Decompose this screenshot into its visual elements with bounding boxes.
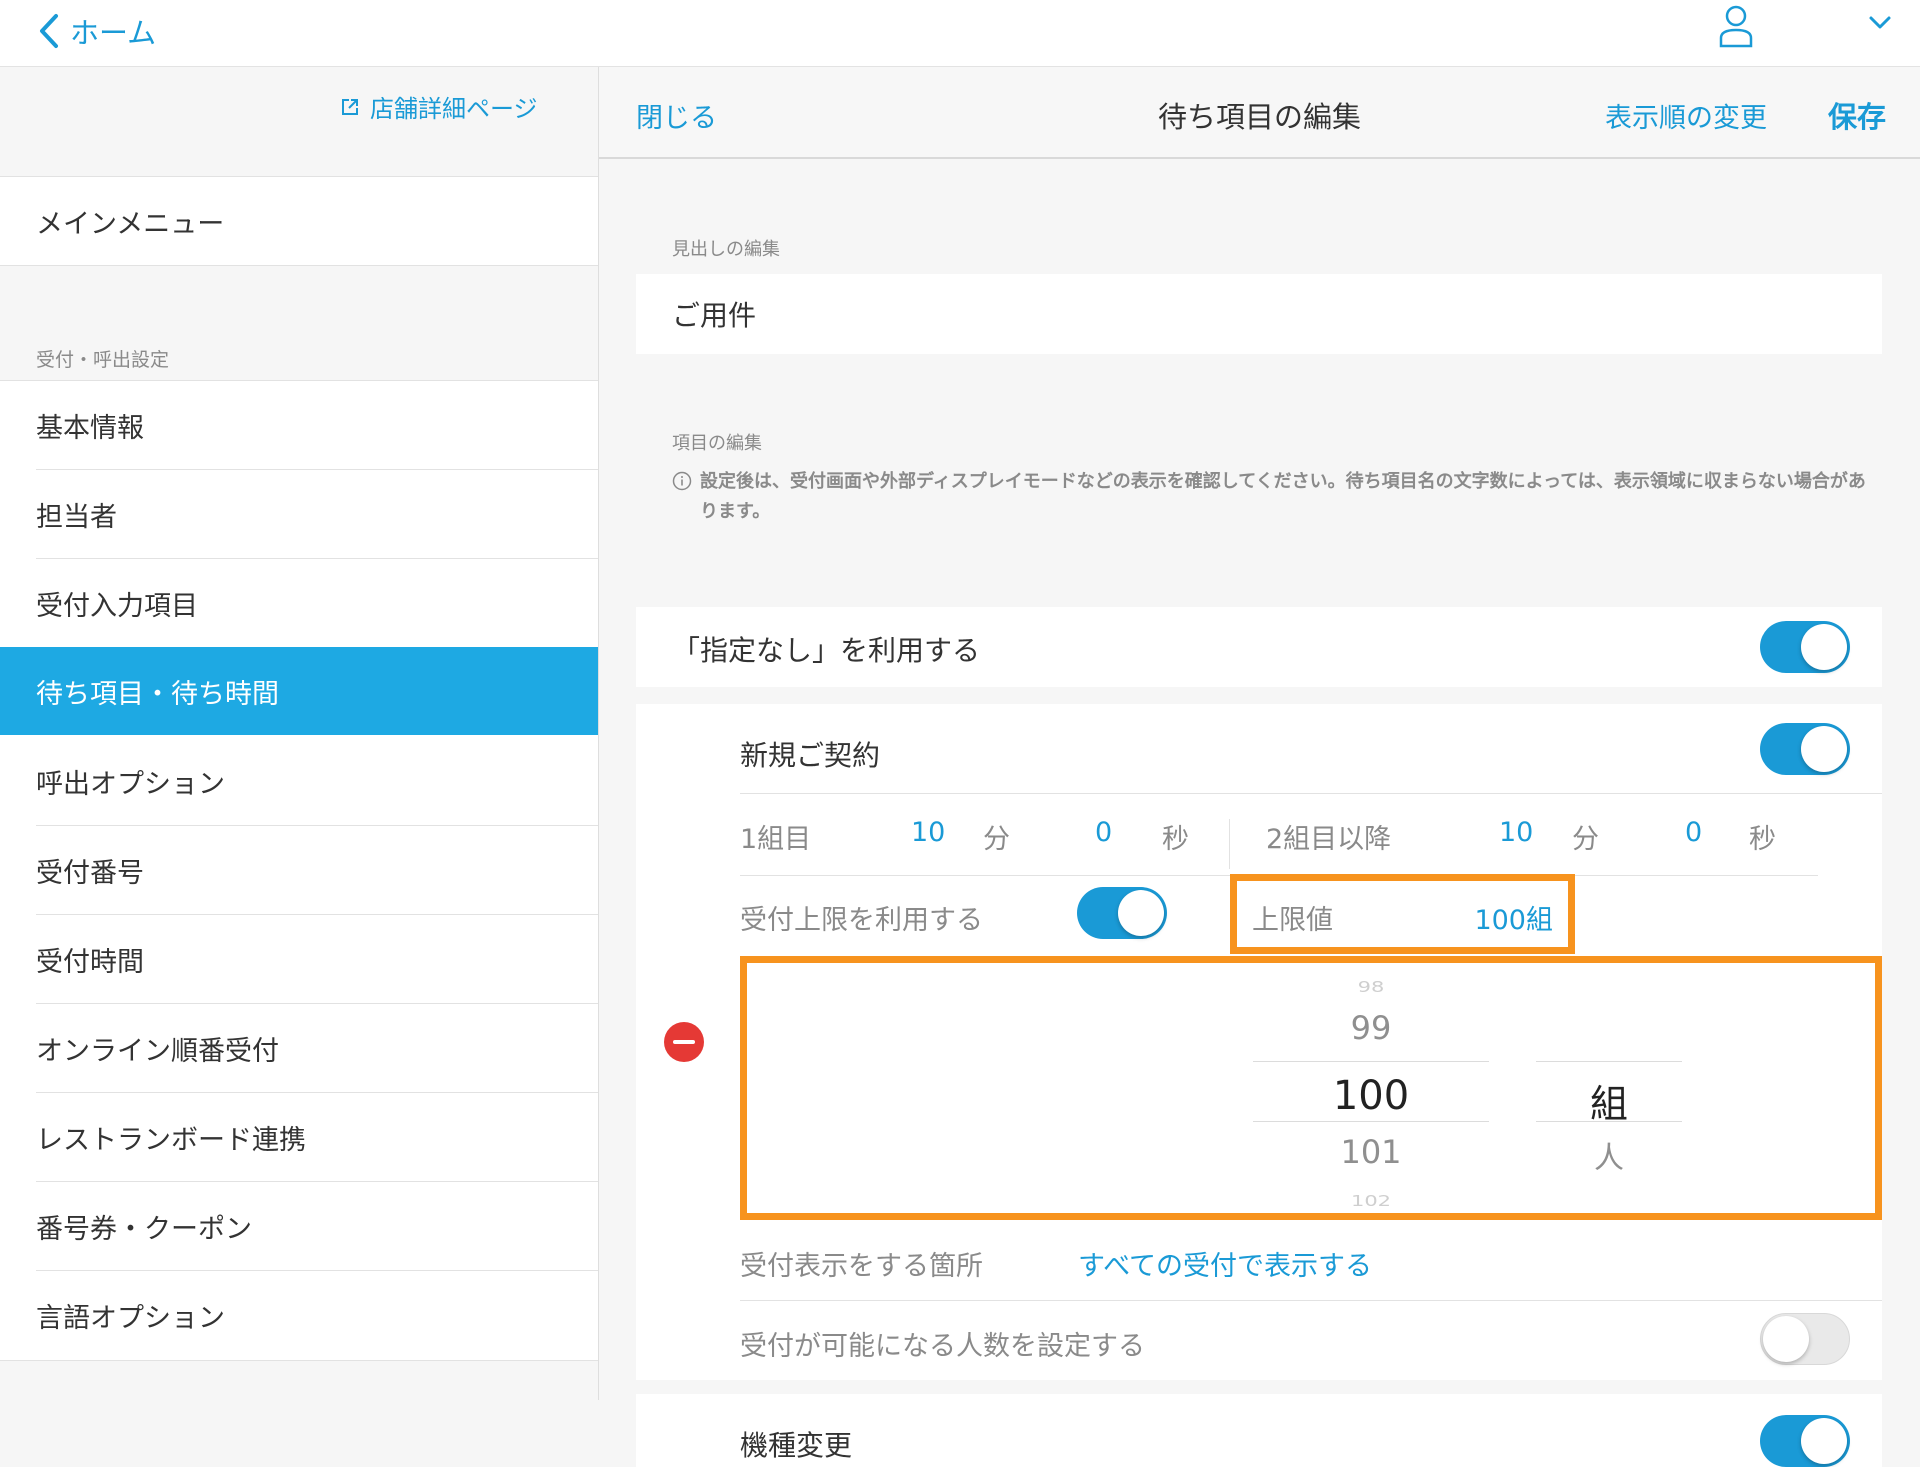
first-min-unit: 分: [983, 824, 1010, 855]
edit-panel: 閉じる 待ち項目の編集 表示順の変更 保存 見出しの編集 ご用件 項目の編集 設…: [599, 67, 1920, 1467]
limit-toggle-label: 受付上限を利用する: [740, 905, 983, 936]
picker-option: 98: [1357, 978, 1385, 996]
back-label: ホーム: [70, 16, 157, 50]
display-location-value[interactable]: すべての受付で表示する: [1078, 1244, 1372, 1283]
sidebar-item-restaurant-board[interactable]: レストランボード連携: [0, 1093, 598, 1181]
later-min-value[interactable]: 10: [1499, 817, 1533, 848]
sidebar-item-label: 受付入力項目: [36, 590, 198, 622]
capacity-toggle[interactable]: [1760, 1313, 1850, 1365]
sidebar-item-main-menu[interactable]: メインメニュー: [0, 177, 598, 265]
panel-header: 閉じる 待ち項目の編集 表示順の変更 保存: [599, 67, 1920, 159]
later-sec-value[interactable]: 0: [1685, 817, 1702, 848]
minus-icon: [673, 1040, 695, 1044]
sidebar-item-label: オンライン順番受付: [36, 1035, 279, 1067]
sidebar: 店舗詳細ページ メインメニュー 受付・呼出設定 基本情報 担当者 受付入力項目 …: [0, 67, 599, 1400]
item-enabled-toggle[interactable]: [1760, 1415, 1850, 1467]
sidebar-item-ticket-coupon[interactable]: 番号券・クーポン: [0, 1182, 598, 1270]
heading-section-label: 見出しの編集: [672, 239, 780, 260]
divider: [740, 1300, 1882, 1301]
sidebar-item-label: 呼出オプション: [36, 768, 225, 800]
picker-selection-line: [1536, 1061, 1682, 1062]
picker-selection-line: [1253, 1121, 1489, 1122]
chevron-down-icon: [1869, 16, 1891, 29]
sidebar-item-label: 担当者: [36, 501, 117, 533]
sidebar-item-language-options[interactable]: 言語オプション: [0, 1271, 598, 1359]
limit-label: 上限値: [1252, 905, 1333, 936]
item-enabled-toggle[interactable]: [1760, 723, 1850, 775]
heading-input[interactable]: ご用件: [636, 274, 1882, 354]
no-preference-toggle[interactable]: [1760, 621, 1850, 673]
wait-item-card: 新規ご契約 1組目 10 分 0 秒 2組目以降 10 分 0 秒 受付上限を利…: [636, 704, 1882, 1380]
picker-number-column[interactable]: 98 99 100 101 102: [1253, 963, 1489, 1213]
items-note: 設定後は、受付画面や外部ディスプレイモードなどの表示を確認してください。待ち項目…: [672, 467, 1882, 527]
top-nav-bar: ホーム: [0, 0, 1920, 67]
picker-selection-line: [1536, 1121, 1682, 1122]
first-group-label: 1組目: [740, 824, 812, 855]
back-button[interactable]: ホーム: [38, 6, 156, 56]
picker-option: 101: [1340, 1133, 1402, 1171]
save-button[interactable]: 保存: [1828, 94, 1886, 136]
sidebar-item-label: メインメニュー: [36, 208, 225, 240]
reorder-button[interactable]: 表示順の変更: [1605, 96, 1767, 135]
delete-item-button[interactable]: [664, 1022, 704, 1062]
limit-picker[interactable]: 98 99 100 101 102 組 人: [740, 956, 1882, 1220]
picker-selected-number: 100: [1332, 1073, 1410, 1119]
heading-input-value: ご用件: [672, 299, 757, 332]
limit-value: 100組: [1474, 905, 1553, 936]
first-sec-unit: 秒: [1162, 824, 1189, 855]
no-preference-label: 「指定なし」を利用する: [672, 634, 981, 667]
account-menu-toggle[interactable]: [1868, 12, 1892, 36]
sidebar-item-label: 言語オプション: [36, 1302, 225, 1334]
info-icon: [672, 471, 692, 491]
limit-toggle[interactable]: [1077, 887, 1167, 939]
capacity-label: 受付が可能になる人数を設定する: [740, 1331, 1145, 1362]
chevron-left-icon: [40, 14, 58, 48]
sidebar-item-wait-items[interactable]: 待ち項目・待ち時間: [0, 647, 598, 735]
picker-option: 99: [1350, 1009, 1392, 1047]
later-group-label: 2組目以降: [1266, 824, 1392, 855]
account-button[interactable]: [1718, 4, 1754, 48]
sidebar-item-label: 受付番号: [36, 857, 144, 889]
items-section-label: 項目の編集: [672, 433, 762, 454]
sidebar-item-label: レストランボード連携: [36, 1124, 306, 1156]
display-location-label: 受付表示をする箇所: [740, 1251, 983, 1282]
sidebar-item-reception-fields[interactable]: 受付入力項目: [0, 559, 598, 647]
sidebar-item-staff[interactable]: 担当者: [0, 470, 598, 558]
store-detail-link[interactable]: 店舗詳細ページ: [340, 89, 538, 124]
item-name: 機種変更: [740, 1429, 853, 1462]
limit-value-field[interactable]: 上限値 100組: [1230, 874, 1575, 954]
store-detail-label: 店舗詳細ページ: [370, 95, 538, 123]
picker-unit-column[interactable]: 組 人: [1536, 963, 1682, 1213]
sidebar-item-reception-hours[interactable]: 受付時間: [0, 915, 598, 1003]
later-sec-unit: 秒: [1749, 824, 1776, 855]
first-min-value[interactable]: 10: [911, 817, 945, 848]
divider: [740, 793, 1882, 794]
sidebar-section-label: 受付・呼出設定: [36, 349, 170, 371]
vertical-divider: [1229, 819, 1230, 869]
items-note-text: 設定後は、受付画面や外部ディスプレイモードなどの表示を確認してください。待ち項目…: [700, 471, 1866, 522]
picker-option: 102: [1350, 1192, 1392, 1210]
sidebar-item-call-options[interactable]: 呼出オプション: [0, 737, 598, 825]
no-preference-row: 「指定なし」を利用する: [636, 607, 1882, 687]
external-link-icon: [342, 98, 358, 115]
sidebar-item-reception-number[interactable]: 受付番号: [0, 826, 598, 914]
item-name: 新規ご契約: [740, 739, 881, 772]
wait-item-card: 機種変更: [636, 1394, 1882, 1467]
sidebar-item-label: 番号券・クーポン: [36, 1213, 252, 1245]
first-sec-value[interactable]: 0: [1095, 817, 1112, 848]
sidebar-item-label: 基本情報: [36, 412, 144, 444]
sidebar-item-label: 受付時間: [36, 946, 144, 978]
later-min-unit: 分: [1572, 824, 1599, 855]
settings-menu: 基本情報 担当者 受付入力項目 待ち項目・待ち時間 呼出オプション 受付番号 受…: [0, 380, 598, 1361]
user-icon: [1719, 5, 1753, 48]
sidebar-item-basic-info[interactable]: 基本情報: [0, 381, 598, 469]
main-menu-block: メインメニュー: [0, 176, 598, 266]
picker-option: 人: [1594, 1141, 1624, 1176]
picker-selected-unit: 組: [1589, 1082, 1628, 1126]
sidebar-item-label: 待ち項目・待ち時間: [36, 678, 279, 710]
picker-selection-line: [1253, 1061, 1489, 1062]
sidebar-item-online-queue[interactable]: オンライン順番受付: [0, 1004, 598, 1092]
